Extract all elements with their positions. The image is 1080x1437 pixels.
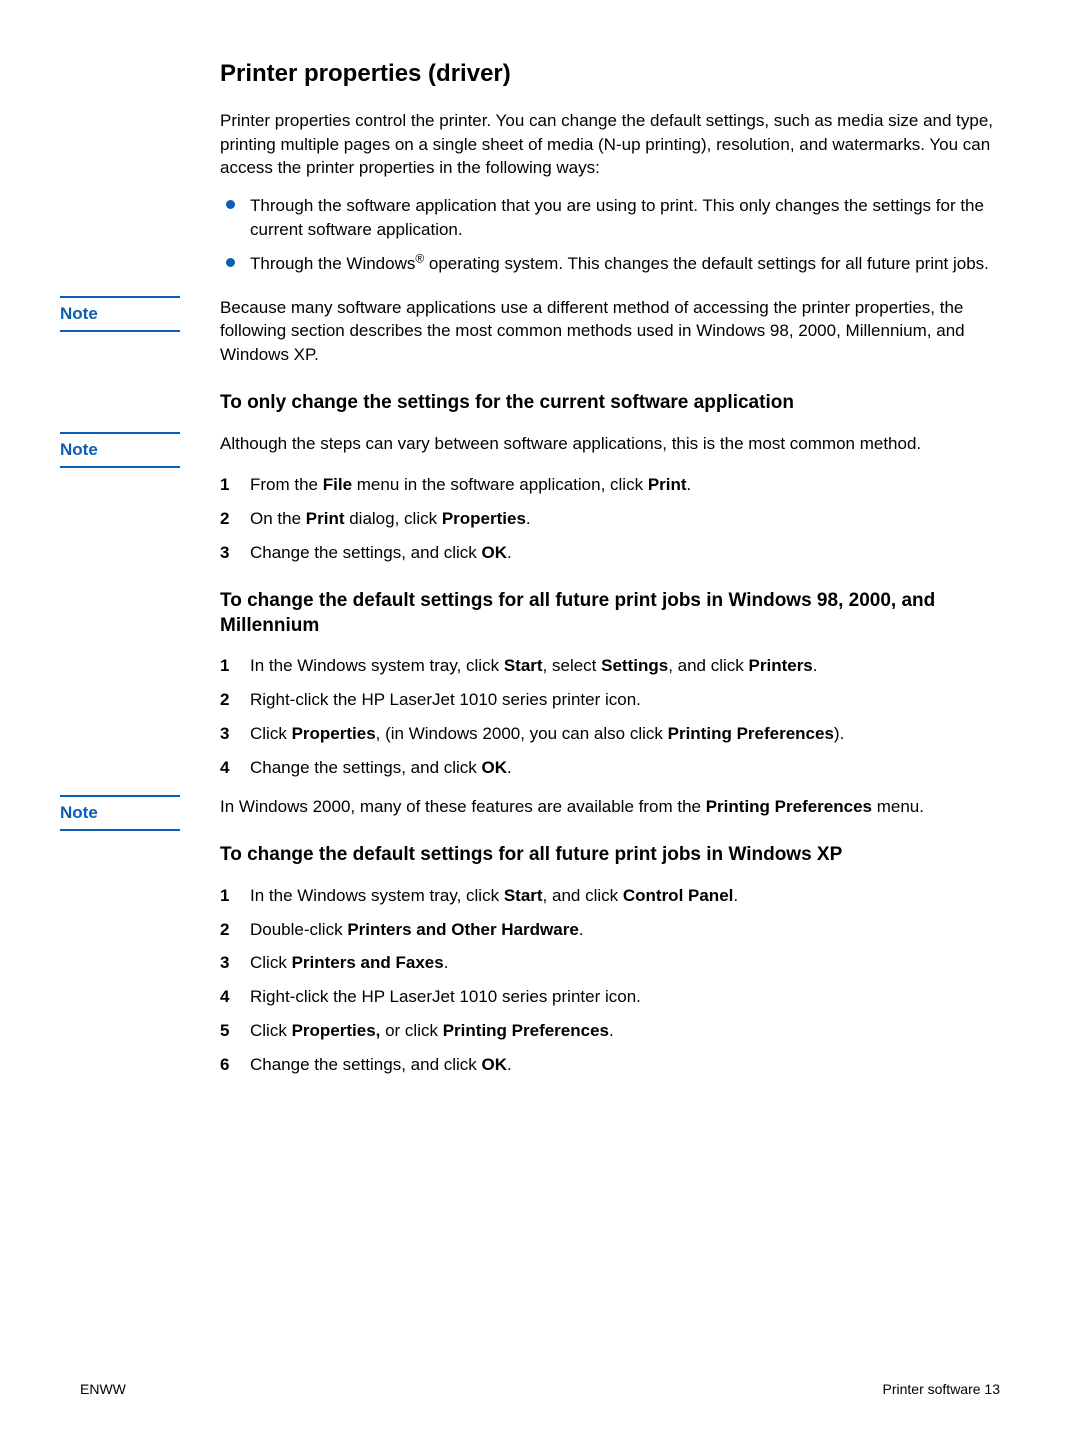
step-item: Click Properties, (in Windows 2000, you … <box>220 722 1000 746</box>
document-page: Printer properties (driver) Printer prop… <box>0 0 1080 1437</box>
section-heading: To only change the settings for the curr… <box>220 391 1000 416</box>
note-text: Although the steps can vary between soft… <box>220 432 1000 456</box>
list-item: Through the software application that yo… <box>220 194 1000 242</box>
step-item: Change the settings, and click OK. <box>220 1053 1000 1077</box>
step-item: Click Printers and Faxes. <box>220 951 1000 975</box>
intro-paragraph: Printer properties control the printer. … <box>220 109 1000 180</box>
note-label: Note <box>60 432 180 468</box>
step-item: Click Properties, or click Printing Pref… <box>220 1019 1000 1043</box>
step-item: In the Windows system tray, click Start,… <box>220 654 1000 678</box>
steps-list: In the Windows system tray, click Start,… <box>220 654 1000 779</box>
step-item: Right-click the HP LaserJet 1010 series … <box>220 985 1000 1009</box>
access-methods-list: Through the software application that yo… <box>220 194 1000 275</box>
note-block: Note Although the steps can vary between… <box>220 432 1000 456</box>
note-block: Note Because many software applications … <box>220 296 1000 367</box>
page-title: Printer properties (driver) <box>220 60 1000 89</box>
section-heading: To change the default settings for all f… <box>220 843 1000 868</box>
list-item: Through the Windows® operating system. T… <box>220 252 1000 276</box>
step-item: From the File menu in the software appli… <box>220 473 1000 497</box>
page-footer: ENWW Printer software 13 <box>80 1381 1000 1397</box>
step-item: Right-click the HP LaserJet 1010 series … <box>220 688 1000 712</box>
step-item: In the Windows system tray, click Start,… <box>220 884 1000 908</box>
note-block: Note In Windows 2000, many of these feat… <box>220 795 1000 819</box>
note-label: Note <box>60 296 180 332</box>
section-heading: To change the default settings for all f… <box>220 589 1000 638</box>
note-text: In Windows 2000, many of these features … <box>220 795 1000 819</box>
step-item: Change the settings, and click OK. <box>220 541 1000 565</box>
content-column: Printer properties (driver) Printer prop… <box>220 60 1000 1077</box>
note-text: Because many software applications use a… <box>220 296 1000 367</box>
step-item: Double-click Printers and Other Hardware… <box>220 918 1000 942</box>
steps-list: From the File menu in the software appli… <box>220 473 1000 564</box>
steps-list: In the Windows system tray, click Start,… <box>220 884 1000 1077</box>
step-item: On the Print dialog, click Properties. <box>220 507 1000 531</box>
note-label: Note <box>60 795 180 831</box>
footer-right: Printer software 13 <box>883 1381 1001 1397</box>
step-item: Change the settings, and click OK. <box>220 756 1000 780</box>
footer-left: ENWW <box>80 1381 126 1397</box>
